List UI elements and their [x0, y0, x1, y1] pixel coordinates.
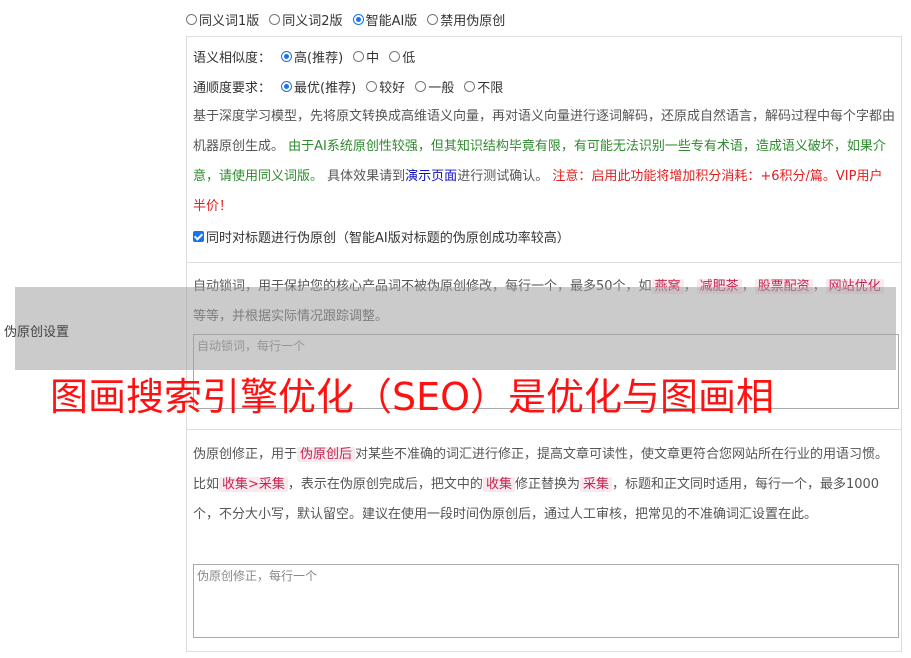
lock-words-input[interactable] [193, 334, 899, 409]
similarity-label: 语义相似度： [193, 50, 272, 66]
mode-option-synonym-2[interactable]: 同义词2版 [269, 10, 343, 29]
example-tag: 网站优化 [825, 279, 884, 294]
fluency-good[interactable]: 较好 [366, 77, 405, 96]
correction-description: 伪原创修正，用于 伪原创后 对某些不准确的词汇进行修正，提高文章可读性，使文章更符合… [193, 447, 889, 522]
radio-checked-icon[interactable] [281, 80, 293, 92]
fluency-normal[interactable]: 一般 [415, 77, 454, 96]
similarity-low[interactable]: 低 [389, 47, 415, 66]
fluency-row: 通顺度要求： 最优(推荐) 较好 一般 不限 [193, 76, 503, 96]
similarity-high[interactable]: 高(推荐) [281, 47, 343, 66]
fluency-label: 通顺度要求： [193, 80, 272, 96]
radio-icon[interactable] [464, 80, 476, 92]
section-label: 伪原创设置 [4, 325, 70, 340]
example-tag: 燕窝 [651, 279, 684, 294]
title-check-label: 同时对标题进行伪原创（智能AI版对标题的伪原创成功率较高） [206, 230, 570, 246]
example-tag: 伪原创后 [297, 447, 356, 462]
lock-words-panel: 自动锁词，用于保护您的核心产品词不被伪原创修改，每行一个，最多50个，如 燕窝，减… [186, 263, 902, 430]
checkbox-checked-icon[interactable] [193, 230, 204, 242]
example-tag: 采集 [579, 477, 612, 492]
example-tag: 收集>采集 [219, 477, 288, 492]
mode-option-ai[interactable]: 智能AI版 [352, 10, 417, 29]
lock-description: 自动锁词，用于保护您的核心产品词不被伪原创修改，每行一个，最多50个，如 燕窝，减… [193, 272, 895, 332]
radio-icon[interactable] [366, 80, 378, 92]
radio-icon[interactable] [269, 13, 281, 25]
ai-settings-panel: 语义相似度： 高(推荐) 中 低 通顺度要求： 最优(推荐) 较好 一般 不限 … [186, 36, 902, 263]
fluency-any[interactable]: 不限 [464, 77, 503, 96]
title-option-row: 同时对标题进行伪原创（智能AI版对标题的伪原创成功率较高） [193, 226, 570, 246]
example-tag: 股票配资 [754, 279, 813, 294]
mode-option-synonym-1[interactable]: 同义词1版 [186, 10, 259, 29]
correction-panel: 伪原创修正，用于 伪原创后 对某些不准确的词汇进行修正，提高文章可读性，使文章更符合… [186, 430, 902, 652]
radio-icon[interactable] [186, 13, 197, 25]
example-tag: 减肥茶 [696, 279, 742, 294]
ai-description: 基于深度学习模型，先将原文转换成高维语义向量，再对语义向量进行逐词解码，还原成自… [193, 109, 896, 214]
similarity-medium[interactable]: 中 [353, 47, 379, 66]
mode-selector: 同义词1版 同义词2版 智能AI版 禁用伪原创 [186, 9, 505, 29]
similarity-row: 语义相似度： 高(推荐) 中 低 [193, 46, 415, 66]
example-tag: 收集 [482, 477, 515, 492]
radio-icon[interactable] [389, 50, 401, 62]
radio-checked-icon[interactable] [281, 50, 293, 62]
radio-icon[interactable] [427, 13, 439, 25]
radio-icon[interactable] [353, 50, 365, 62]
correction-input[interactable] [193, 564, 899, 638]
radio-icon[interactable] [415, 80, 427, 92]
demo-page-link[interactable]: 演示页面 [405, 169, 457, 184]
fluency-best[interactable]: 最优(推荐) [281, 77, 356, 96]
radio-checked-icon[interactable] [352, 13, 364, 25]
mode-option-disable[interactable]: 禁用伪原创 [427, 10, 505, 29]
